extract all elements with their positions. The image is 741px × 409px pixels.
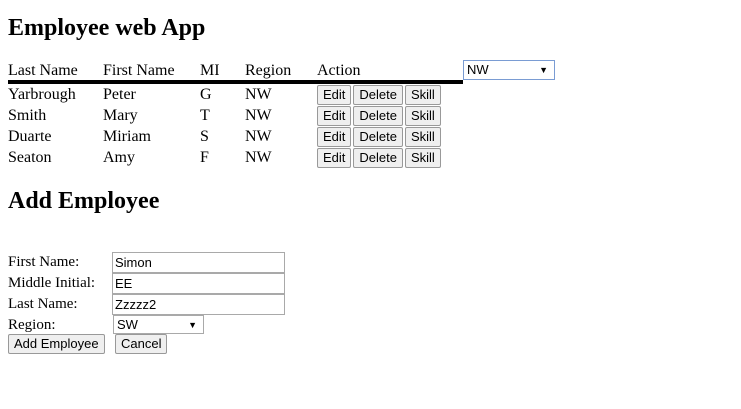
edit-button[interactable]: Edit [317,105,352,126]
cancel-button[interactable]: Cancel [115,334,168,354]
skill-button[interactable]: Skill [404,105,441,126]
cell-actions: Edit Delete Skill [317,105,463,126]
cell-last-name: Yarbrough [8,85,76,103]
table-row: Yarbrough Peter G NW Edit Delete Skill [8,82,463,105]
first-name-label: First Name: [8,254,80,270]
add-employee-button[interactable]: Add Employee [8,334,105,354]
cell-mi: S [200,127,209,145]
column-header-first-name: First Name [103,60,200,84]
cell-region: NW [245,85,272,103]
cell-last-name: Duarte [8,127,52,145]
cell-mi: T [200,106,210,124]
delete-button[interactable]: Delete [353,147,403,168]
column-header-action: Action [317,60,463,84]
edit-button[interactable]: Edit [317,84,352,105]
region-filter-select[interactable]: NW ▼ [463,60,555,80]
page-title: Employee web App [8,15,206,41]
column-header-mi: MI [200,60,245,84]
delete-button[interactable]: Delete [353,105,403,126]
last-name-label: Last Name: [8,296,78,312]
chevron-down-icon: ▼ [188,320,197,330]
edit-button[interactable]: Edit [317,147,352,168]
cell-actions: Edit Delete Skill [317,147,463,168]
employees-table: Last Name First Name MI Region Action Ya… [8,60,463,168]
cell-region: NW [245,127,272,145]
cell-last-name: Seaton [8,148,52,166]
cell-region: NW [245,148,272,166]
first-name-field[interactable] [112,252,285,273]
skill-button[interactable]: Skill [404,126,441,147]
cell-first-name: Miriam [103,127,151,145]
last-name-field[interactable] [112,294,285,315]
delete-button[interactable]: Delete [353,126,403,147]
cell-first-name: Mary [103,106,138,124]
region-label: Region: [8,317,56,333]
cell-last-name: Smith [8,106,47,124]
region-select[interactable]: SW ▼ [113,315,204,334]
cell-actions: Edit Delete Skill [317,82,463,105]
cell-mi: F [200,148,209,166]
table-row: Smith Mary T NW Edit Delete Skill [8,105,463,126]
add-employee-heading: Add Employee [8,188,160,214]
skill-button[interactable]: Skill [404,147,441,168]
column-header-last-name: Last Name [8,60,103,84]
edit-button[interactable]: Edit [317,126,352,147]
middle-initial-label: Middle Initial: [8,275,96,291]
cell-mi: G [200,85,212,103]
cell-first-name: Amy [103,148,135,166]
column-header-region: Region [245,60,317,84]
cell-actions: Edit Delete Skill [317,126,463,147]
cell-region: NW [245,106,272,124]
cell-first-name: Peter [103,85,136,103]
middle-initial-field[interactable] [112,273,285,294]
table-header-row: Last Name First Name MI Region Action [8,60,463,84]
skill-button[interactable]: Skill [404,84,441,105]
chevron-down-icon: ▼ [539,65,548,75]
region-select-value: SW [117,317,138,332]
delete-button[interactable]: Delete [353,84,403,105]
table-row: Seaton Amy F NW Edit Delete Skill [8,147,463,168]
table-row: Duarte Miriam S NW Edit Delete Skill [8,126,463,147]
region-filter-value: NW [467,62,489,77]
